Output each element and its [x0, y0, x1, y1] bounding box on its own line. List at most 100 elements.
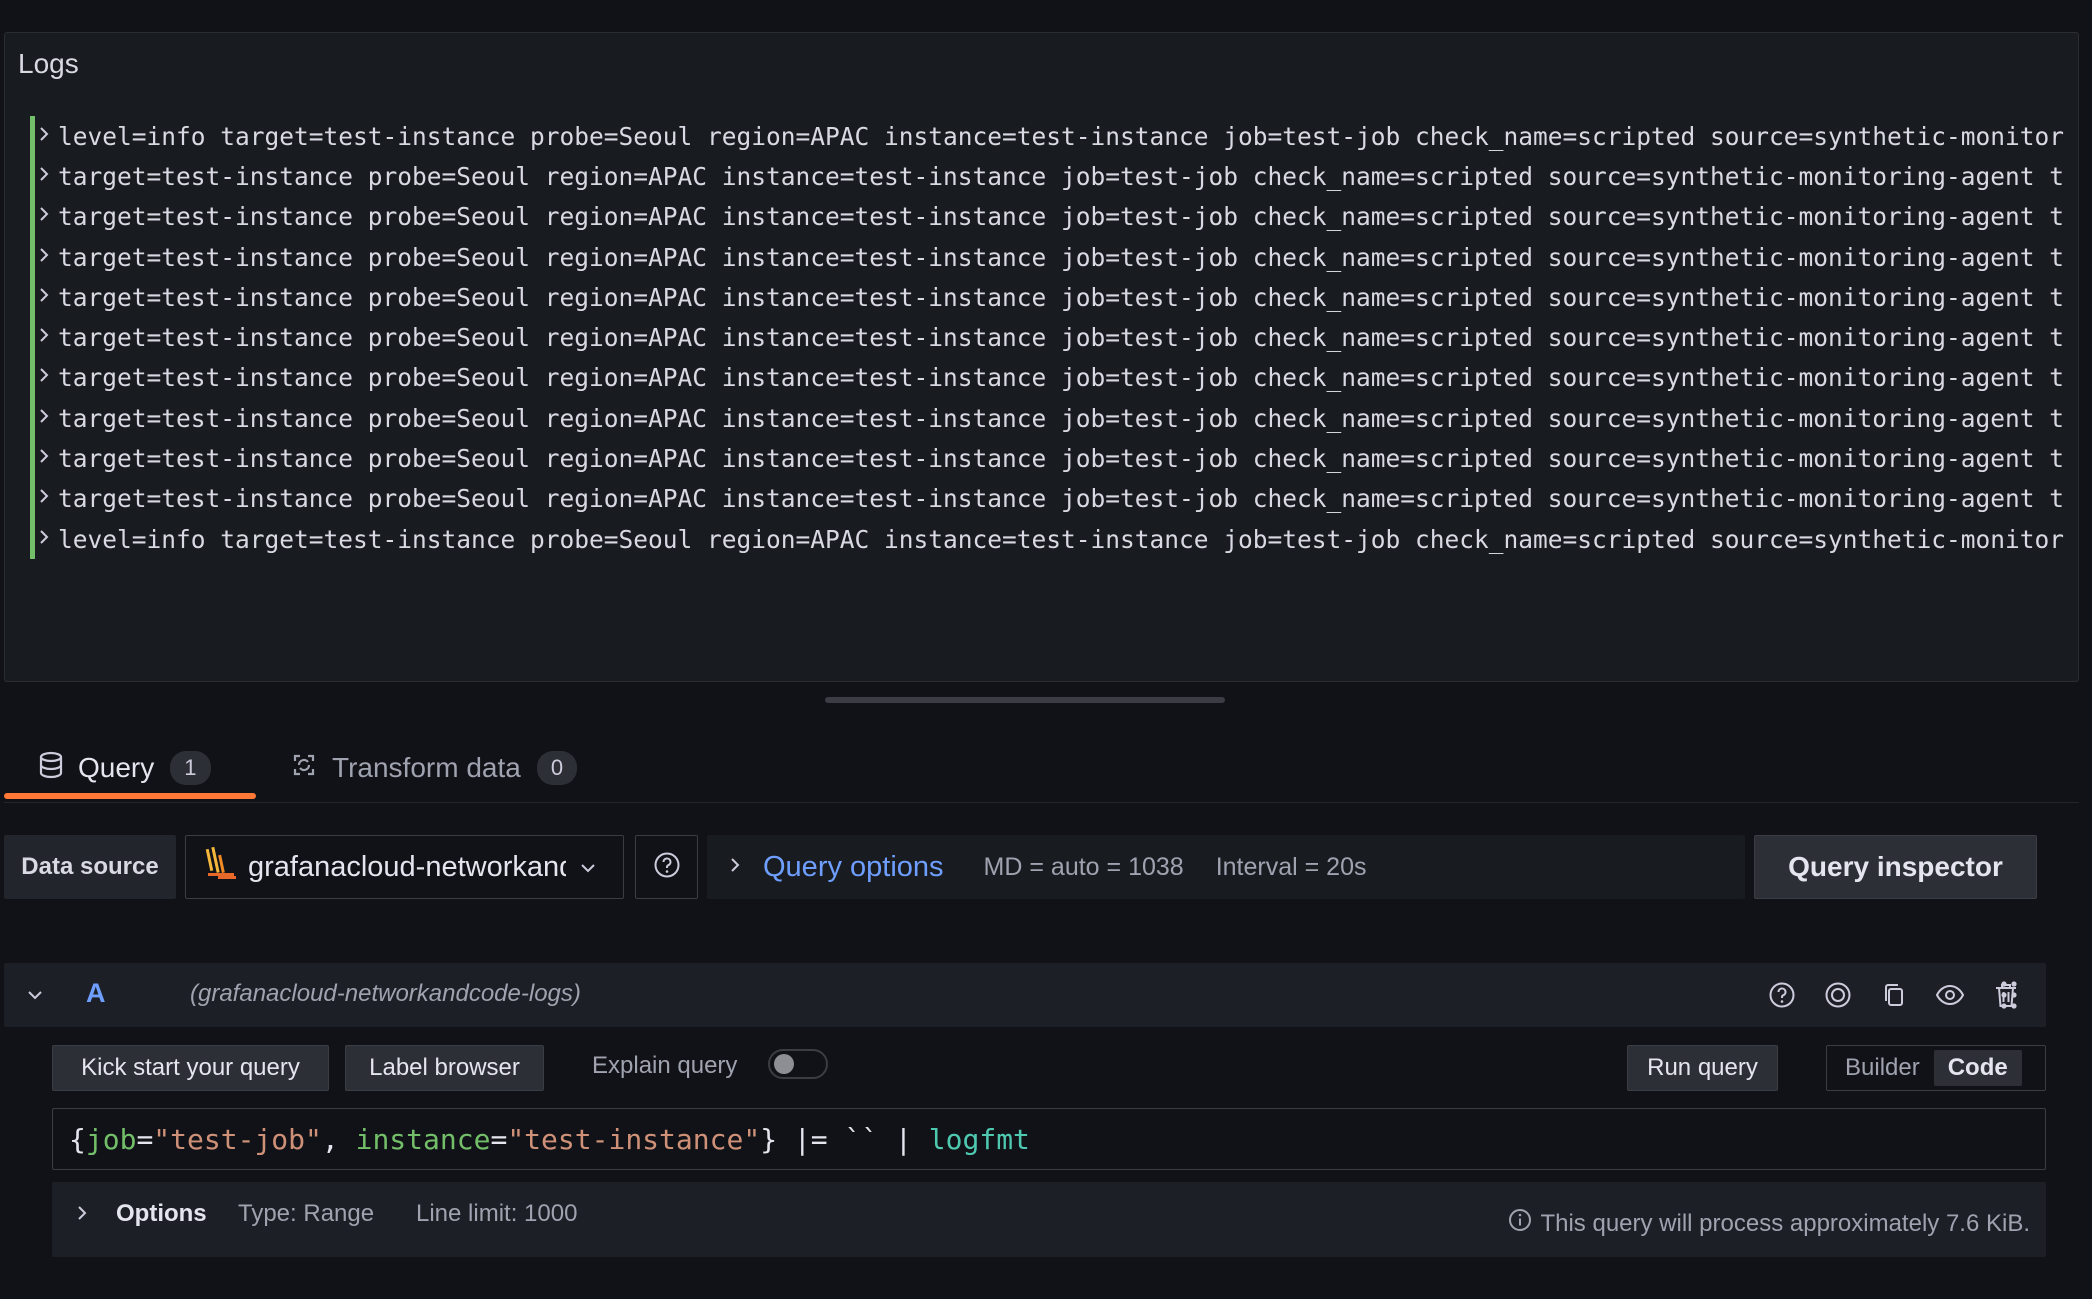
code-token: } |= `` |	[760, 1122, 929, 1156]
chevron-down-icon	[580, 856, 596, 879]
chevron-right-icon[interactable]	[38, 446, 58, 471]
code-token: logfmt	[928, 1122, 1030, 1156]
question-circle-icon[interactable]	[1766, 979, 1798, 1011]
query-size-note: This query will process approximately 7.…	[1508, 1208, 2030, 1239]
options-line-limit: Line limit: 1000	[416, 1200, 578, 1227]
code-token: "test-instance"	[507, 1122, 761, 1156]
eye-icon[interactable]	[1934, 979, 1966, 1011]
log-line[interactable]: target=test-instance probe=Seoul region=…	[30, 156, 2064, 197]
chevron-right-icon[interactable]	[38, 124, 58, 149]
code-token: instance	[355, 1122, 491, 1156]
mode-builder[interactable]: Builder	[1831, 1050, 1934, 1086]
log-level-indicator	[30, 236, 35, 278]
logql-code-editor[interactable]: {job = "test-job", instance = "test-instance…	[52, 1108, 2046, 1170]
loki-logo-icon	[204, 845, 238, 889]
log-line-text: level=info target=test-instance probe=Se…	[57, 524, 2064, 554]
log-line[interactable]: target=test-instance probe=Seoul region=…	[30, 398, 2064, 439]
chevron-right-icon[interactable]	[38, 406, 58, 431]
question-circle-icon	[653, 851, 681, 884]
log-level-indicator	[30, 357, 35, 399]
chevron-right-icon[interactable]	[38, 486, 58, 511]
label-browser-button[interactable]: Label browser	[345, 1045, 544, 1091]
options-type: Type: Range	[238, 1200, 375, 1227]
log-level-indicator	[30, 398, 35, 439]
editor-mode-switch: Builder Code	[1826, 1045, 2046, 1091]
log-line[interactable]: target=test-instance probe=Seoul region=…	[30, 277, 2064, 318]
filter-icon[interactable]	[1822, 979, 1854, 1011]
log-line-text: level=info target=test-instance probe=Se…	[57, 121, 2064, 151]
query-inspector-button[interactable]: Query inspector	[1754, 835, 2037, 899]
log-line-text: target=test-instance probe=Seoul region=…	[57, 202, 2064, 232]
explain-query-toggle[interactable]	[768, 1049, 828, 1079]
chevron-right-icon[interactable]	[38, 325, 58, 350]
log-lines-list: level=info target=test-instance probe=Se…	[30, 116, 2064, 560]
mode-code[interactable]: Code	[1933, 1050, 2022, 1086]
query-options-toggle[interactable]: Query options MD = auto = 1038 Interval …	[707, 835, 1745, 899]
log-line-text: target=test-instance probe=Seoul region=…	[57, 403, 2064, 433]
log-line-text: target=test-instance probe=Seoul region=…	[57, 161, 2064, 191]
query-ref-id[interactable]: A	[86, 978, 106, 1009]
query-options-interval: Interval = 20s	[1215, 852, 1367, 881]
log-line-text: target=test-instance probe=Seoul region=…	[57, 282, 2064, 312]
log-line[interactable]: target=test-instance probe=Seoul region=…	[30, 357, 2064, 399]
query-size-text: This query will process approximately 7.…	[1540, 1209, 2030, 1237]
query-options-md: MD = auto = 1038	[983, 852, 1184, 881]
tab-query[interactable]: Query 1	[38, 740, 211, 796]
chevron-right-icon[interactable]	[38, 245, 58, 270]
log-line-text: target=test-instance probe=Seoul region=…	[57, 484, 2064, 514]
code-token: =	[136, 1122, 154, 1156]
collapse-chevron-icon[interactable]	[26, 984, 44, 1007]
log-line-text: target=test-instance probe=Seoul region=…	[57, 363, 2064, 393]
log-line[interactable]: level=info target=test-instance probe=Se…	[30, 116, 2064, 157]
log-line-text: target=test-instance probe=Seoul region=…	[57, 323, 2064, 353]
log-line-text: target=test-instance probe=Seoul region=…	[57, 444, 2064, 474]
log-line[interactable]: target=test-instance probe=Seoul region=…	[30, 478, 2064, 519]
datasource-name: grafanacloud-networkandcode-logs	[248, 850, 566, 883]
chevron-right-icon	[729, 853, 741, 881]
log-line-text: target=test-instance probe=Seoul region=…	[57, 242, 2064, 272]
drag-handle-icon[interactable]	[2000, 980, 2018, 1015]
log-level-indicator	[30, 438, 35, 479]
chevron-right-icon[interactable]	[76, 1202, 88, 1228]
run-query-button[interactable]: Run query	[1627, 1045, 1778, 1091]
log-line[interactable]: target=test-instance probe=Seoul region=…	[30, 196, 2064, 237]
tab-transform-count: 0	[536, 751, 578, 785]
toggle-knob	[774, 1054, 794, 1074]
kick-start-button[interactable]: Kick start your query	[52, 1045, 329, 1091]
chevron-right-icon[interactable]	[38, 365, 58, 390]
chevron-right-icon[interactable]	[38, 285, 58, 310]
tab-transform-data[interactable]: Transform data 0	[290, 740, 578, 796]
tab-query-count: 1	[170, 751, 211, 785]
info-circle-icon	[1508, 1208, 1532, 1239]
explain-query-label: Explain query	[592, 1052, 738, 1079]
tab-query-label: Query	[78, 752, 155, 783]
log-line[interactable]: target=test-instance probe=Seoul region=…	[30, 438, 2064, 479]
code-token: "test-job"	[153, 1122, 322, 1156]
code-token: ,	[321, 1122, 356, 1156]
options-title: Options	[116, 1200, 207, 1227]
query-options-title: Query options	[763, 850, 944, 883]
log-line[interactable]: target=test-instance probe=Seoul region=…	[30, 317, 2064, 358]
chevron-right-icon[interactable]	[38, 527, 58, 552]
datasource-picker[interactable]: grafanacloud-networkandcode-logs	[185, 835, 624, 899]
log-level-indicator	[30, 277, 35, 318]
chevron-right-icon[interactable]	[38, 204, 58, 229]
log-line[interactable]: level=info target=test-instance probe=Se…	[30, 518, 2064, 560]
code-token: =	[490, 1122, 508, 1156]
datasource-label: Data source	[4, 835, 176, 899]
code-token: {	[69, 1122, 86, 1156]
copy-icon[interactable]	[1878, 979, 1910, 1011]
log-line[interactable]: target=test-instance probe=Seoul region=…	[30, 236, 2064, 278]
code-token: job	[85, 1122, 137, 1156]
query-datasource-hint: (grafanacloud-networkandcode-logs)	[190, 980, 581, 1007]
log-level-indicator	[30, 317, 35, 358]
panel-resize-handle[interactable]	[825, 697, 1225, 703]
log-level-indicator	[30, 116, 35, 157]
log-level-indicator	[30, 156, 35, 197]
log-level-indicator	[30, 518, 35, 560]
datasource-help-button[interactable]	[635, 835, 698, 899]
query-row-actions	[1766, 979, 2022, 1011]
database-icon	[38, 751, 64, 786]
chevron-right-icon[interactable]	[38, 164, 58, 189]
log-level-indicator	[30, 478, 35, 519]
